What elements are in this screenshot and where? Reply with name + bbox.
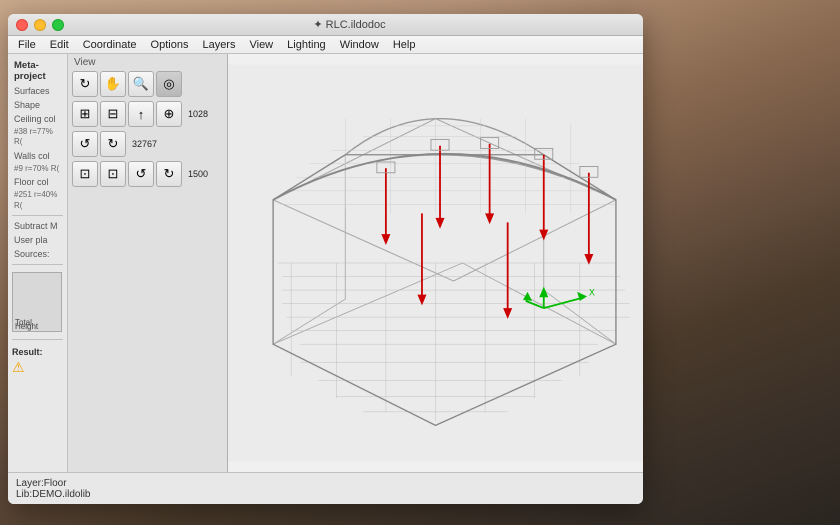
view-label: View xyxy=(68,54,227,69)
grid3-btn[interactable]: ⊡ xyxy=(72,161,98,187)
menu-layers[interactable]: Layers xyxy=(196,36,241,54)
field-1500-value: 1500 xyxy=(188,169,208,179)
grid2-btn[interactable]: ⊟ xyxy=(100,101,126,127)
layer-status: Layer:Floor xyxy=(16,478,635,489)
title-bar: ✦ RLC.ildodoc xyxy=(8,14,643,36)
zoom-btn[interactable]: 🔍 xyxy=(128,71,154,97)
surfaces-label[interactable]: Surfaces xyxy=(10,84,65,98)
divider-1 xyxy=(12,215,63,216)
rotate-btn[interactable]: ↻ xyxy=(72,71,98,97)
toolbar: View ↻ ✋ 🔍 ◎ ⊞ ⊟ ↑ ⊕ 1028 ↺ ↻ xyxy=(68,54,228,472)
rotate4-btn[interactable]: ↺ xyxy=(128,161,154,187)
menu-lighting[interactable]: Lighting xyxy=(281,36,332,54)
scene-canvas: X xyxy=(228,54,643,472)
select-btn[interactable]: ⊕ xyxy=(156,101,182,127)
grid4-btn[interactable]: ⊡ xyxy=(100,161,126,187)
menu-coordinate[interactable]: Coordinate xyxy=(77,36,143,54)
menu-edit[interactable]: Edit xyxy=(44,36,75,54)
toolbar-row-4: ⊡ ⊡ ↺ ↻ 1500 xyxy=(68,159,227,189)
lib-status: Lib:DEMO.ildolib xyxy=(16,489,635,500)
menu-bar: File Edit Coordinate Options Layers View… xyxy=(8,36,643,54)
menu-window[interactable]: Window xyxy=(334,36,385,54)
field-32767: 32767 xyxy=(132,139,157,149)
arrow-btn[interactable]: ↑ xyxy=(128,101,154,127)
main-area: Meta-project Surfaces Shape Ceiling col … xyxy=(8,54,643,472)
small-panel: Total Height xyxy=(12,272,62,332)
menu-help[interactable]: Help xyxy=(387,36,422,54)
pan-btn[interactable]: ✋ xyxy=(100,71,126,97)
grid-btn[interactable]: ⊞ xyxy=(72,101,98,127)
window-title: ✦ RLC.ildodoc xyxy=(64,18,635,31)
field-1028-value: 1028 xyxy=(188,109,208,119)
menu-options[interactable]: Options xyxy=(145,36,195,54)
sources-label[interactable]: Sources: xyxy=(10,247,65,261)
ceiling-col-value: #38 r=77% R( xyxy=(10,126,65,149)
menu-file[interactable]: File xyxy=(12,36,42,54)
result-label: Result: xyxy=(12,347,63,357)
field-32767-value: 32767 xyxy=(132,139,157,149)
warning-icon: ⚠ xyxy=(12,359,25,376)
result-warning: ⚠ xyxy=(12,359,63,376)
floor-col-value: #251 r=40% R( xyxy=(10,189,65,212)
height-label: Height xyxy=(15,322,38,331)
toolbar-row-2: ⊞ ⊟ ↑ ⊕ 1028 xyxy=(68,99,227,129)
user-plane-label[interactable]: User pla xyxy=(10,233,65,247)
close-button[interactable] xyxy=(16,19,28,31)
rotate3-btn[interactable]: ↺ xyxy=(72,131,98,157)
walls-col-value: #9 r=70% R( xyxy=(10,163,65,175)
toolbar-row-3: ↺ ↻ 32767 xyxy=(68,129,227,159)
meta-project-label[interactable]: Meta-project xyxy=(10,58,65,84)
result-section: Result: ⚠ xyxy=(10,343,65,378)
divider-3 xyxy=(12,339,63,340)
ceiling-col-label[interactable]: Ceiling col xyxy=(10,112,65,126)
sidebar: Meta-project Surfaces Shape Ceiling col … xyxy=(8,54,68,472)
viewport[interactable]: X xyxy=(228,54,643,472)
subtract-label[interactable]: Subtract M xyxy=(10,219,65,233)
shape-label[interactable]: Shape xyxy=(10,98,65,112)
status-bar: Layer:Floor Lib:DEMO.ildolib xyxy=(8,472,643,504)
minimize-button[interactable] xyxy=(34,19,46,31)
main-window: ✦ RLC.ildodoc File Edit Coordinate Optio… xyxy=(8,14,643,504)
svg-text:X: X xyxy=(589,287,595,297)
field-1028: 1028 xyxy=(188,109,208,119)
menu-view[interactable]: View xyxy=(243,36,279,54)
traffic-lights xyxy=(16,19,64,31)
spin-btn[interactable]: ↻ xyxy=(100,131,126,157)
walls-col-label[interactable]: Walls col xyxy=(10,149,65,163)
maximize-button[interactable] xyxy=(52,19,64,31)
field-1500: 1500 xyxy=(188,169,208,179)
spin2-btn[interactable]: ↻ xyxy=(156,161,182,187)
divider-2 xyxy=(12,264,63,265)
floor-col-label[interactable]: Floor col xyxy=(10,175,65,189)
toolbar-row-1: ↻ ✋ 🔍 ◎ xyxy=(68,69,227,99)
target-btn[interactable]: ◎ xyxy=(156,71,182,97)
